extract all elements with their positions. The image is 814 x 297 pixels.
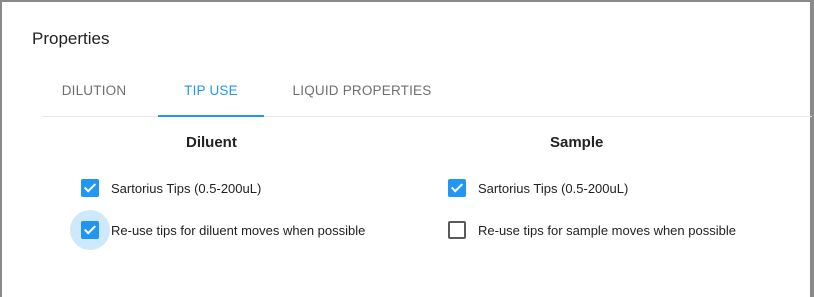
diluent-sartorius-tips-checkbox[interactable] <box>81 179 99 197</box>
sample-heading: Sample <box>550 134 604 151</box>
active-tab-indicator <box>158 115 264 117</box>
tab-bar: DILUTION TIP USE LIQUID PROPERTIES <box>42 68 812 117</box>
tab-dilution[interactable]: DILUTION <box>54 68 134 116</box>
sample-reuse-tips-option[interactable]: Re-use tips for sample moves when possib… <box>448 218 736 242</box>
diluent-reuse-tips-label: Re-use tips for diluent moves when possi… <box>111 222 366 238</box>
tab-liquid-properties-label: LIQUID PROPERTIES <box>292 83 432 98</box>
sample-sartorius-tips-label: Sartorius Tips (0.5-200uL) <box>478 180 629 196</box>
panel-title: Properties <box>32 29 110 48</box>
tab-tip-use-label: TIP USE <box>184 83 238 98</box>
focus-ring <box>70 210 110 250</box>
diluent-sartorius-tips-option[interactable]: Sartorius Tips (0.5-200uL) <box>81 176 261 200</box>
tab-tip-use[interactable]: TIP USE <box>158 68 264 117</box>
tab-dilution-label: DILUTION <box>61 83 127 98</box>
sample-sartorius-tips-option[interactable]: Sartorius Tips (0.5-200uL) <box>448 176 628 200</box>
sample-sartorius-tips-checkbox[interactable] <box>448 179 466 197</box>
diluent-reuse-tips-option[interactable]: Re-use tips for diluent moves when possi… <box>70 210 366 250</box>
sample-reuse-tips-checkbox[interactable] <box>448 221 466 239</box>
properties-panel: Properties DILUTION TIP USE LIQUID PROPE… <box>0 0 814 297</box>
diluent-sartorius-tips-label: Sartorius Tips (0.5-200uL) <box>111 180 262 196</box>
tab-liquid-properties[interactable]: LIQUID PROPERTIES <box>278 68 446 116</box>
diluent-reuse-tips-checkbox[interactable] <box>70 210 110 250</box>
sample-reuse-tips-label: Re-use tips for sample moves when possib… <box>478 222 736 238</box>
diluent-heading: Diluent <box>186 134 237 151</box>
